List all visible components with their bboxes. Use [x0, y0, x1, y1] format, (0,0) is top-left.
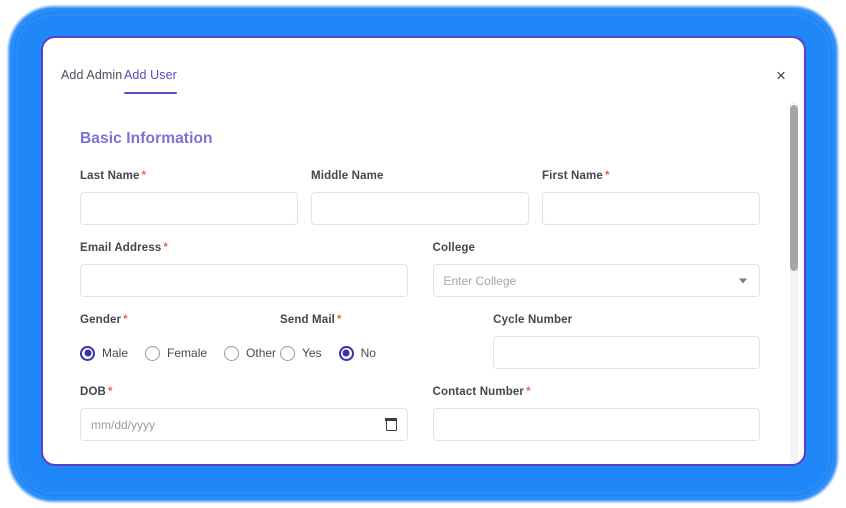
gender-option-label: Male [102, 346, 129, 360]
required-asterisk: * [163, 242, 169, 254]
gender-label-text: Gender [80, 314, 122, 326]
dob-label-text: DOB [80, 386, 107, 398]
radio-dot-icon [338, 345, 354, 361]
field-email: Email Address * [77, 242, 418, 297]
college-select[interactable]: Enter College [432, 264, 760, 297]
email-field[interactable] [80, 264, 408, 297]
radio-dot-icon [145, 345, 161, 361]
contact-number-label: Contact Number * [433, 386, 761, 398]
contact-number-label-text: Contact Number [432, 386, 525, 398]
first-name-input[interactable] [542, 192, 760, 225]
send-mail-option-label: Yes [302, 346, 322, 360]
form-row-names: Last Name * Middle Name First Name * [77, 170, 770, 225]
tab-active-underline [124, 91, 177, 94]
radio-dot-icon [280, 345, 295, 361]
modal-tabbar: Add Admin Add User × [43, 38, 804, 100]
calendar-icon[interactable] [385, 418, 397, 431]
gender-radio-female[interactable]: Female [145, 345, 208, 361]
required-asterisk: * [337, 314, 342, 326]
send-mail-option-label: No [360, 346, 376, 360]
tab-add-admin[interactable]: Add Admin [61, 68, 122, 94]
field-dob: DOB * [77, 386, 418, 441]
college-select-value: Enter College [443, 273, 517, 288]
gender-label: Gender * [80, 314, 267, 326]
required-asterisk: * [123, 314, 128, 326]
add-user-modal: Add Admin Add User × Basic Information L… [41, 36, 806, 466]
contact-number-input[interactable] [432, 408, 760, 441]
college-label: College [433, 242, 761, 254]
close-icon[interactable]: × [768, 62, 794, 88]
middle-name-label-text: Middle Name [311, 170, 384, 182]
cycle-number-label-text: Cycle Number [493, 314, 573, 326]
form-row-dob-contact: DOB* Contact Number* [77, 386, 770, 441]
send-mail-radio-group: Yes No [280, 336, 460, 369]
tab-add-user[interactable]: Add User [124, 68, 177, 94]
middle-name-label: Middle Name [311, 170, 529, 182]
send-mail-radio-no[interactable]: No [338, 345, 376, 361]
form-row-gender-sendmail-cycle: Gender * Male Female Other Send Mail * Y… [77, 314, 770, 369]
field-college: College Enter College [430, 242, 771, 297]
send-mail-label: Send Mail * [280, 314, 460, 326]
field-first-name: First Name * [539, 170, 770, 225]
gender-option-label: Other [246, 346, 277, 360]
first-name-label-text: First Name [542, 170, 603, 182]
scrollbar-thumb[interactable] [790, 105, 798, 271]
dob-label: DOB * [80, 386, 408, 398]
last-name-input[interactable] [80, 192, 298, 225]
required-asterisk: * [526, 386, 531, 398]
first-name-label: First Name * [542, 170, 760, 182]
gender-option-label: Female [167, 346, 208, 360]
cycle-number-label: Cycle Number [493, 314, 760, 326]
form-row-email-college: Email Address * College Enter College [77, 242, 770, 297]
field-gender: Gender * Male Female Other [77, 314, 277, 369]
tab-add-admin-label: Add Admin [61, 68, 123, 82]
last-name-label: Last Name * [80, 170, 298, 182]
close-icon-glyph: × [776, 65, 786, 85]
gender-radio-male[interactable]: Male [80, 345, 129, 361]
radio-dot-icon [80, 345, 95, 361]
radio-dot-icon [224, 345, 240, 361]
email-label-text: Email Address [80, 242, 162, 254]
cycle-number-input[interactable] [493, 336, 760, 369]
required-asterisk: * [604, 170, 610, 182]
modal-scroll-area: Basic Information Last Name * Middle Name [43, 100, 804, 464]
email-label: Email Address * [80, 242, 408, 254]
page-title: Basic Information [80, 130, 213, 147]
dob-input[interactable] [80, 408, 408, 441]
last-name-label-text: Last Name [80, 170, 140, 182]
chevron-down-icon [739, 278, 747, 283]
field-send-mail: Send Mail * Yes No [277, 314, 470, 369]
tab-add-user-label: Add User [124, 68, 177, 82]
send-mail-label-text: Send Mail [280, 314, 336, 326]
send-mail-radio-yes[interactable]: Yes [280, 345, 322, 361]
required-asterisk: * [108, 386, 113, 398]
field-middle-name: Middle Name [308, 170, 539, 225]
field-cycle-number: Cycle Number [490, 314, 770, 369]
gender-radio-other[interactable]: Other [224, 345, 277, 361]
dob-input-wrap [80, 408, 408, 441]
form-container: Basic Information Last Name * Middle Name [43, 100, 804, 441]
field-contact-number: Contact Number * [430, 386, 771, 441]
scrollbar[interactable] [790, 102, 798, 464]
gender-radio-group: Male Female Other [80, 336, 276, 369]
college-label-text: College [432, 242, 476, 254]
field-last-name: Last Name * [77, 170, 308, 225]
required-asterisk: * [141, 170, 147, 182]
middle-name-input[interactable] [311, 192, 529, 225]
